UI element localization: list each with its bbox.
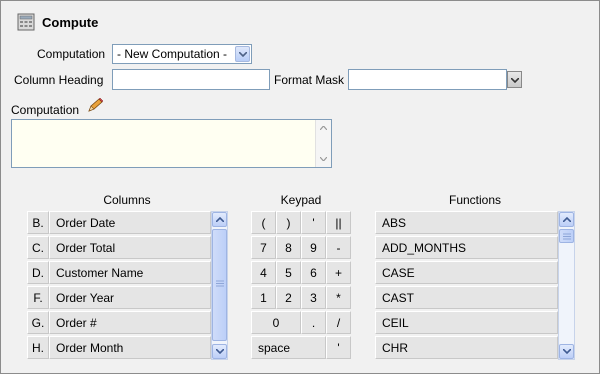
function-item[interactable]: ADD_MONTHS: [375, 236, 558, 259]
column-key[interactable]: B.: [27, 211, 49, 234]
keypad-key[interactable]: .: [301, 311, 326, 334]
chevron-down-icon[interactable]: [235, 46, 250, 62]
expression-textarea[interactable]: [11, 119, 332, 168]
keypad-key[interactable]: +: [326, 261, 351, 284]
scrollbar-thumb[interactable]: [212, 229, 227, 341]
column-key[interactable]: H.: [27, 336, 49, 359]
keypad-key[interactable]: 1: [251, 286, 276, 309]
keypad-key-zero[interactable]: 0: [251, 311, 301, 334]
expression-scrollbar[interactable]: [315, 120, 331, 167]
column-heading-input[interactable]: [112, 69, 270, 90]
column-item[interactable]: Order Year: [49, 286, 211, 309]
scroll-up-icon[interactable]: [212, 212, 227, 227]
format-mask-dropdown-icon[interactable]: [507, 71, 522, 88]
compute-dialog: Compute Computation - New Computation - …: [0, 0, 600, 374]
computation-select-value: - New Computation -: [117, 47, 228, 61]
function-item[interactable]: CHR: [375, 336, 558, 359]
pencil-icon[interactable]: [87, 98, 104, 113]
column-item[interactable]: Order #: [49, 311, 211, 334]
keypad-key[interactable]: 2: [276, 286, 301, 309]
calculator-icon: [17, 13, 35, 31]
format-mask-label: Format Mask: [274, 73, 345, 87]
scroll-down-icon[interactable]: [212, 344, 227, 359]
column-key[interactable]: G.: [27, 311, 49, 334]
keypad-key[interactable]: -: [326, 236, 351, 259]
computation-select[interactable]: - New Computation -: [112, 44, 252, 64]
function-item[interactable]: CAST: [375, 286, 558, 309]
format-mask-input[interactable]: [348, 69, 507, 90]
keypad-key[interactable]: ': [326, 336, 351, 359]
keypad-key[interactable]: 4: [251, 261, 276, 284]
keypad-key[interactable]: ': [301, 211, 326, 234]
column-key[interactable]: F.: [27, 286, 49, 309]
keypad-key[interactable]: 5: [276, 261, 301, 284]
functions-header: Functions: [448, 193, 502, 207]
scroll-down-icon[interactable]: [559, 344, 574, 359]
keypad-key-space[interactable]: space: [251, 336, 326, 359]
keypad-key[interactable]: 9: [301, 236, 326, 259]
page-title: Compute: [42, 14, 99, 30]
scrollbar-thumb[interactable]: [559, 229, 574, 243]
function-item[interactable]: CASE: [375, 261, 558, 284]
keypad-key[interactable]: /: [326, 311, 351, 334]
title-row: Compute: [17, 11, 98, 33]
function-item[interactable]: ABS: [375, 211, 558, 234]
column-item[interactable]: Order Month: [49, 336, 211, 359]
keypad-key[interactable]: (: [251, 211, 276, 234]
column-item[interactable]: Customer Name: [49, 261, 211, 284]
keypad-key[interactable]: 8: [276, 236, 301, 259]
column-key[interactable]: D.: [27, 261, 49, 284]
keypad-header: Keypad: [280, 193, 322, 207]
column-item[interactable]: Order Date: [49, 211, 211, 234]
column-item[interactable]: Order Total: [49, 236, 211, 259]
keypad-key[interactable]: *: [326, 286, 351, 309]
scroll-up-icon[interactable]: [316, 120, 331, 136]
keypad-key[interactable]: ||: [326, 211, 351, 234]
computation-select-label: Computation: [37, 47, 106, 61]
functions-scrollbar[interactable]: [558, 211, 575, 360]
keypad-key[interactable]: 7: [251, 236, 276, 259]
column-key[interactable]: C.: [27, 236, 49, 259]
scroll-down-icon[interactable]: [316, 151, 331, 167]
function-item[interactable]: CEIL: [375, 311, 558, 334]
column-heading-label: Column Heading: [14, 73, 104, 87]
columns-header: Columns: [103, 193, 151, 207]
keypad-key[interactable]: ): [276, 211, 301, 234]
scroll-up-icon[interactable]: [559, 212, 574, 227]
columns-scrollbar[interactable]: [211, 211, 228, 360]
keypad-key[interactable]: 3: [301, 286, 326, 309]
expression-label: Computation: [11, 103, 80, 117]
keypad-key[interactable]: 6: [301, 261, 326, 284]
